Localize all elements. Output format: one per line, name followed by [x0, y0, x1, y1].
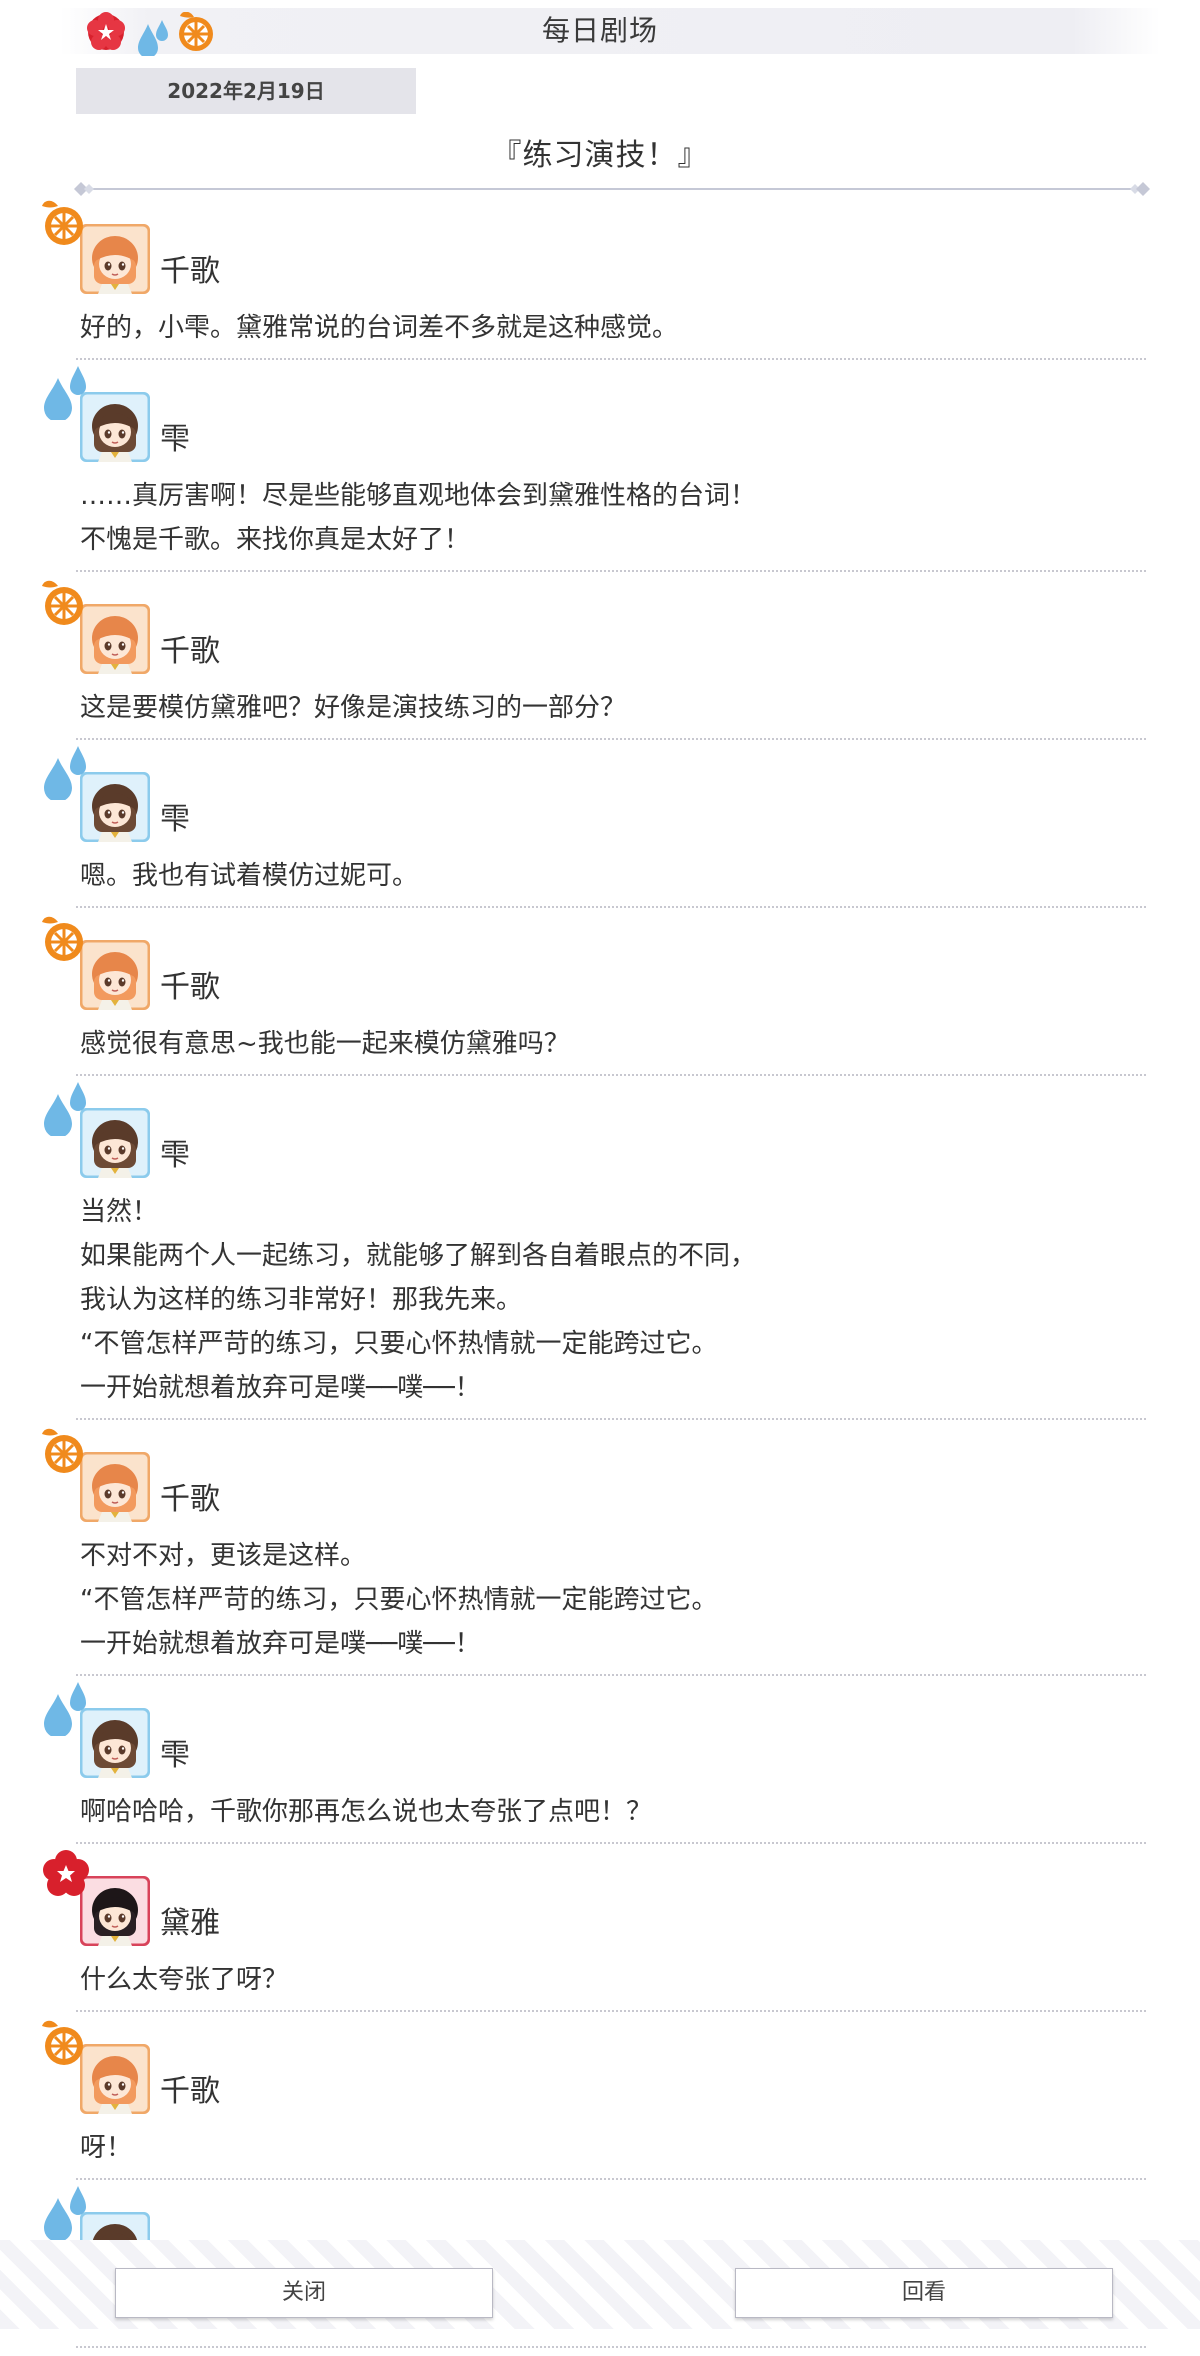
speaker-name: 雫	[160, 422, 190, 457]
speaker-row: 千歌	[0, 1428, 1200, 1528]
speaker-row: 雫	[0, 1682, 1200, 1784]
speaker-name: 千歌	[160, 1482, 220, 1517]
close-button[interactable]: 关闭	[115, 2268, 493, 2318]
speaker-name: 雫	[160, 802, 190, 837]
dialogue-line: “不管怎样严苛的练习，只要心怀热情就一定能跨过它。	[80, 1329, 718, 1359]
dialogue-entry: 雫当然！ 如果能两个人一起练习，就能够了解到各自着眼点的不同， 我认为这样的练习非常…	[0, 1082, 1200, 1420]
speaker-row: 千歌	[0, 200, 1200, 300]
orange-icon	[40, 2016, 96, 2072]
divider	[76, 1842, 1146, 1844]
dialogue-line: 如果能两个人一起练习，就能够了解到各自着眼点的不同，	[80, 1241, 757, 1271]
dialogue-line: 不对不对，更该是这样。	[80, 1541, 367, 1571]
dialogue-line: 嗯。我也有试着模仿过妮可。	[80, 861, 419, 891]
divider	[76, 2346, 1146, 2348]
dialogue-entry: 千歌不对不对，更该是这样。 “不管怎样严苛的练习，只要心怀热情就一定能跨过它。 一开…	[0, 1428, 1200, 1676]
water-drop-icon	[40, 1080, 96, 1138]
water-drop-icon	[40, 1680, 96, 1738]
dialogue-entry: 千歌感觉很有意思~我也能一起来模仿黛雅吗？	[0, 916, 1200, 1076]
dialogue-entry: 千歌好的，小雫。黛雅常说的台词差不多就是这种感觉。	[0, 200, 1200, 360]
dialogue-line: 我认为这样的练习非常好！那我先来。	[80, 1285, 523, 1315]
dialogue-line: 啊哈哈哈，千歌你那再怎么说也太夸张了点吧！？	[80, 1797, 653, 1827]
dialogue-line: 一开始就想着放弃可是噗──噗──！	[80, 1629, 481, 1659]
red-flower-icon	[87, 12, 125, 50]
speaker-name: 黛雅	[160, 1906, 220, 1941]
dialogue-list: 千歌 好的，小雫。黛雅常说的台词差不多就是这种感觉。 雫 ……真厉害啊！尽是些能够直…	[0, 200, 1200, 2356]
dialogue-text: 呀！	[0, 2120, 1200, 2170]
water-drop-icon	[40, 744, 96, 802]
dialogue-text: 好的，小雫。黛雅常说的台词差不多就是这种感觉。	[0, 300, 1200, 350]
orange-icon	[179, 12, 213, 51]
orange-icon	[40, 912, 96, 968]
divider	[76, 2010, 1146, 2012]
speaker-row: 雫	[0, 1082, 1200, 1184]
story-title: 『练习演技！』	[491, 138, 709, 173]
dialogue-text: 感觉很有意思~我也能一起来模仿黛雅吗？	[0, 1016, 1200, 1066]
divider	[76, 358, 1146, 360]
dialogue-text: 啊哈哈哈，千歌你那再怎么说也太夸张了点吧！？	[0, 1784, 1200, 1834]
water-drop-icon	[40, 364, 96, 422]
speaker-row: 雫	[0, 746, 1200, 848]
dialogue-line: 一开始就想着放弃可是噗──噗──！	[80, 1373, 481, 1403]
character-icons	[87, 12, 213, 56]
dialogue-text: 嗯。我也有试着模仿过妮可。	[0, 848, 1200, 898]
water-drop-icon	[138, 20, 168, 56]
speaker-row: 黛雅	[0, 1850, 1200, 1952]
red-flower-icon	[40, 1848, 96, 1904]
orange-icon	[40, 1424, 96, 1480]
review-button[interactable]: 回看	[735, 2268, 1113, 2318]
dialogue-entry: 雫嗯。我也有试着模仿过妮可。	[0, 746, 1200, 908]
dialogue-line: 不愧是千歌。来找你真是太好了！	[80, 525, 471, 555]
dialogue-line: 这是要模仿黛雅吧？好像是演技练习的一部分？	[80, 693, 627, 723]
divider	[76, 1074, 1146, 1076]
speaker-name: 千歌	[160, 2074, 220, 2109]
orange-icon	[40, 576, 96, 632]
speaker-name: 雫	[160, 1738, 190, 1773]
dialogue-line: 感觉很有意思~我也能一起来模仿黛雅吗？	[80, 1029, 570, 1059]
dialogue-line: 好的，小雫。黛雅常说的台词差不多就是这种感觉。	[80, 313, 679, 343]
dialogue-line: 呀！	[80, 2133, 133, 2163]
divider	[76, 1418, 1146, 1420]
dialogue-entry: 千歌这是要模仿黛雅吧？好像是演技练习的一部分？	[0, 580, 1200, 740]
dialogue-text: 不对不对，更该是这样。 “不管怎样严苛的练习，只要心怀热情就一定能跨过它。 一开始就…	[0, 1528, 1200, 1666]
dialogue-line: 什么太夸张了呀？	[80, 1965, 289, 1995]
dialogue-entry: 雫 ……真厉害啊！尽是些能够直观地体会到黛雅性格的台词！ 不愧是千歌。来找你真是太好…	[0, 366, 1200, 572]
dialogue-text: 当然！ 如果能两个人一起练习，就能够了解到各自着眼点的不同， 我认为这样的练习非常好…	[0, 1184, 1200, 1410]
dialogue-line: 当然！	[80, 1197, 159, 1227]
water-drop-icon	[40, 2184, 96, 2242]
dialogue-entry: 千歌 呀！	[0, 2020, 1200, 2180]
title-divider	[74, 182, 1150, 196]
speaker-name: 雫	[160, 1138, 190, 1173]
speaker-name: 千歌	[160, 970, 220, 1005]
speaker-name: 千歌	[160, 634, 220, 669]
dialogue-text: 什么太夸张了呀？	[0, 1952, 1200, 2002]
dialogue-text: ……真厉害啊！尽是些能够直观地体会到黛雅性格的台词！ 不愧是千歌。来找你真是太好了…	[0, 468, 1200, 562]
dialogue-text: 这是要模仿黛雅吧？好像是演技练习的一部分？	[0, 680, 1200, 730]
dialogue-entry: 雫啊哈哈哈，千歌你那再怎么说也太夸张了点吧！？	[0, 1682, 1200, 1844]
footer-bar: 关闭 回看	[0, 2240, 1200, 2329]
speaker-row: 千歌	[0, 916, 1200, 1016]
dialogue-line: ……真厉害啊！尽是些能够直观地体会到黛雅性格的台词！	[80, 481, 757, 511]
dialogue-entry: 黛雅什么太夸张了呀？	[0, 1850, 1200, 2012]
orange-icon	[40, 196, 96, 252]
date-label: 2022年2月19日	[76, 68, 416, 114]
speaker-name: 千歌	[160, 254, 220, 289]
dialogue-line: “不管怎样严苛的练习，只要心怀热情就一定能跨过它。	[80, 1585, 718, 1615]
speaker-row: 千歌	[0, 2020, 1200, 2120]
speaker-row: 千歌	[0, 580, 1200, 680]
divider	[76, 1674, 1146, 1676]
divider	[76, 2178, 1146, 2180]
divider	[76, 738, 1146, 740]
speaker-row: 雫	[0, 366, 1200, 468]
divider	[76, 570, 1146, 572]
divider	[76, 906, 1146, 908]
